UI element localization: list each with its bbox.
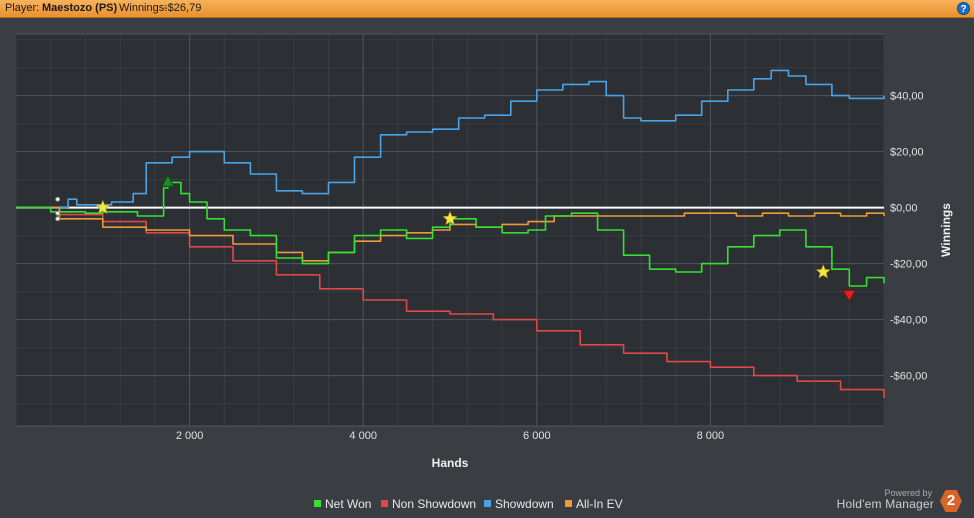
x-tick-label: 8 000 (697, 430, 725, 442)
question-icon[interactable]: ? (957, 2, 970, 15)
legend-item-net-won[interactable]: Net Won (314, 497, 371, 511)
legend-swatch (484, 500, 491, 508)
y-tick-label: -$60,00 (890, 371, 927, 383)
legend-item-showdown[interactable]: Showdown (484, 497, 554, 511)
start-dot (55, 196, 61, 202)
legend-swatch (314, 500, 321, 508)
player-name: Maestozo (PS) (42, 2, 118, 14)
winnings-chart: 2 000 4 000 6 000 8 000 $40,00 $20,00 $0,00 -$2… (15, 33, 953, 470)
y-tick-label: $20,00 (890, 147, 924, 159)
y-tick-label: -$40,00 (890, 315, 927, 327)
legend-swatch (381, 500, 388, 508)
product-name: Hold'em Manager (836, 497, 934, 511)
y-tick-label: $0,00 (890, 203, 918, 215)
x-tick-label: 2 000 (176, 430, 204, 442)
legend-label: Non Showdown (392, 497, 477, 511)
legend-swatch (565, 500, 572, 508)
winnings-value: -$26,79 (164, 2, 202, 14)
legend-label: Showdown (495, 497, 554, 511)
y-axis-label: Winnings (939, 203, 953, 257)
y-tick-label: -$20,00 (890, 259, 927, 271)
legend-item-all-in-ev[interactable]: All-In EV (565, 497, 623, 511)
legend-item-non-showdown[interactable]: Non Showdown (381, 497, 476, 511)
start-dot (55, 210, 61, 216)
legend-label: Net Won (325, 497, 372, 511)
x-axis-label: Hands (432, 456, 469, 470)
x-tick-label: 6 000 (523, 430, 551, 442)
winnings-label: Winnings: (119, 2, 168, 14)
player-label: Player: (5, 2, 40, 14)
header-bar: Player: Maestozo (PS) Winnings: -$26,79 … (0, 0, 974, 18)
x-tick-label: 4 000 (349, 430, 377, 442)
y-tick-label: $40,00 (890, 91, 924, 103)
start-dot (55, 216, 61, 222)
legend-label: All-In EV (576, 497, 623, 511)
